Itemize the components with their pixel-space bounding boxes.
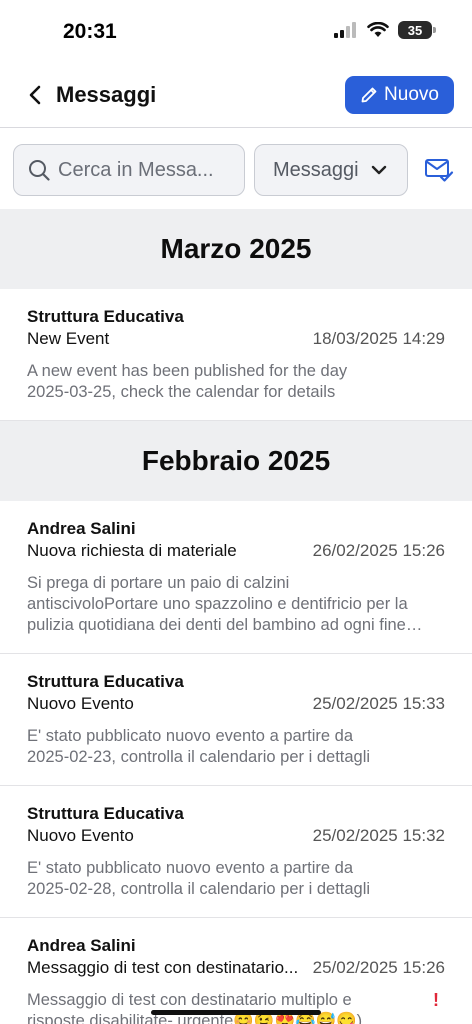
preview-line: Messaggio di test con destinatario multi…: [27, 991, 352, 1009]
message-sender: Struttura Educativa: [27, 804, 184, 823]
page-title: Messaggi: [56, 82, 157, 107]
status-bar: 20:31 35: [0, 0, 472, 62]
preview-line: 2025-02-28, controlla il calendario per …: [27, 880, 371, 898]
message-subject: New Event: [27, 329, 110, 348]
preview-line: E' stato pubblicato nuovo evento a parti…: [27, 727, 354, 745]
message-item[interactable]: Struttura Educativa Nuovo Evento 25/02/2…: [0, 786, 472, 918]
message-date: 25/02/2025 15:26: [312, 958, 445, 977]
message-item[interactable]: Struttura Educativa Nuovo Evento 25/02/2…: [0, 654, 472, 786]
wifi-icon: [367, 22, 389, 37]
message-item[interactable]: Andrea Salini Nuova richiesta di materia…: [0, 501, 472, 654]
message-item[interactable]: Andrea Salini Messaggio di test con dest…: [0, 918, 472, 1024]
message-subject: Nuovo Evento: [27, 826, 134, 845]
battery-icon: 35: [398, 21, 436, 39]
search-placeholder: Cerca in Messa...: [58, 158, 214, 181]
message-sender: Struttura Educativa: [27, 672, 184, 691]
message-date: 18/03/2025 14:29: [312, 329, 445, 348]
message-preview: E' stato pubblicato nuovo evento a parti…: [27, 858, 452, 900]
message-filter-dropdown[interactable]: Messaggi: [254, 144, 408, 196]
search-row: Cerca in Messa... Messaggi: [0, 144, 472, 196]
message-preview: Si prega di portare un paio di calzini a…: [27, 573, 452, 636]
chevron-left-icon: [29, 85, 41, 105]
section-header-february: Febbraio 2025: [0, 421, 472, 501]
preview-line: 2025-03-25, check the calendar for detai…: [27, 383, 336, 401]
message-date: 25/02/2025 15:32: [312, 826, 445, 845]
message-sender: Struttura Educativa: [27, 307, 184, 326]
nav-header: Messaggi Nuovo: [0, 62, 472, 128]
message-preview: E' stato pubblicato nuovo evento a parti…: [27, 726, 452, 768]
home-indicator: [151, 1010, 321, 1015]
preview-line: antiscivoloPortare uno spazzolino e dent…: [27, 595, 408, 613]
new-message-button[interactable]: Nuovo: [345, 76, 454, 114]
status-time: 20:31: [63, 20, 117, 43]
new-button-label: Nuovo: [384, 84, 439, 105]
urgent-indicator: !: [433, 990, 439, 1010]
message-subject: Nuova richiesta di materiale: [27, 541, 237, 560]
preview-line: 2025-02-23, controlla il calendario per …: [27, 748, 371, 766]
status-icons: 35: [334, 21, 436, 39]
cellular-signal-icon: [334, 22, 356, 38]
preview-line: A new event has been published for the d…: [27, 362, 348, 380]
message-subject: Nuovo Evento: [27, 694, 134, 713]
mark-read-mail-icon[interactable]: [424, 156, 454, 184]
preview-line: Si prega di portare un paio di calzini: [27, 574, 290, 592]
message-sender: Andrea Salini: [27, 519, 136, 538]
message-preview: A new event has been published for the d…: [27, 361, 452, 403]
message-subject: Messaggio di test con destinatario...: [27, 958, 299, 977]
chevron-down-icon: [371, 165, 386, 175]
preview-line: pulizia quotidiana dei denti del bambino…: [27, 616, 423, 634]
search-icon: [29, 160, 50, 181]
section-header-march: Marzo 2025: [0, 209, 472, 289]
message-item[interactable]: Struttura Educativa New Event 18/03/2025…: [0, 289, 472, 421]
back-button[interactable]: [22, 82, 48, 108]
preview-line: E' stato pubblicato nuovo evento a parti…: [27, 859, 354, 877]
pencil-icon: [361, 87, 377, 103]
message-date: 26/02/2025 15:26: [312, 541, 445, 560]
message-date: 25/02/2025 15:33: [312, 694, 445, 713]
message-sender: Andrea Salini: [27, 936, 136, 955]
filter-selected-value: Messaggi: [273, 158, 359, 181]
message-preview: Messaggio di test con destinatario multi…: [27, 990, 452, 1024]
search-input[interactable]: Cerca in Messa...: [13, 144, 245, 196]
